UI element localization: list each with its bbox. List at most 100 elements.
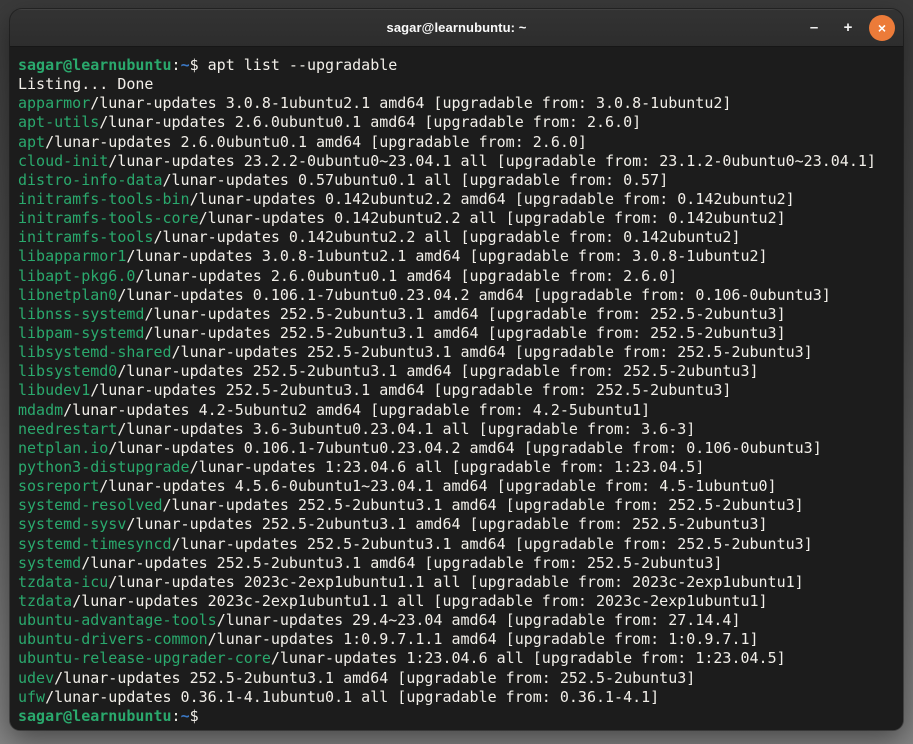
package-name: apparmor (18, 94, 90, 112)
prompt-path: ~ (181, 56, 190, 74)
package-name: needrestart (18, 420, 117, 438)
window-title: sagar@learnubuntu: ~ (386, 20, 526, 35)
package-name: ubuntu-drivers-common (18, 630, 208, 648)
package-name: libnetplan0 (18, 286, 117, 304)
package-details: /lunar-updates 252.5-2ubuntu3.1 amd64 [u… (54, 669, 695, 687)
package-line: libsystemd0/lunar-updates 252.5-2ubuntu3… (18, 362, 895, 381)
package-details: /lunar-updates 1:23.04.6 all [upgradable… (271, 649, 786, 667)
package-details: /lunar-updates 252.5-2ubuntu3.1 amd64 [u… (126, 515, 767, 533)
package-line: apt-utils/lunar-updates 2.6.0ubuntu0.1 a… (18, 113, 895, 132)
prompt-path: ~ (181, 707, 190, 725)
package-details: /lunar-updates 3.6-3ubuntu0.23.04.1 all … (117, 420, 695, 438)
package-line: python3-distupgrade/lunar-updates 1:23.0… (18, 458, 895, 477)
package-line: ubuntu-drivers-common/lunar-updates 1:0.… (18, 630, 895, 649)
package-line: ufw/lunar-updates 0.36.1-4.1ubuntu0.1 al… (18, 688, 895, 707)
package-name: cloud-init (18, 152, 108, 170)
package-name: udev (18, 669, 54, 687)
prompt-user-host: sagar@learnubuntu (18, 707, 172, 725)
package-details: /lunar-updates 0.57ubuntu0.1 all [upgrad… (163, 171, 669, 189)
terminal-line: Listing... Done (18, 75, 895, 94)
package-line: initramfs-tools-bin/lunar-updates 0.142u… (18, 190, 895, 209)
package-name: apt (18, 133, 45, 151)
command-text: apt list --upgradable (199, 56, 398, 74)
package-line: sosreport/lunar-updates 4.5.6-0ubuntu1~2… (18, 477, 895, 496)
prompt-user-host: sagar@learnubuntu (18, 56, 172, 74)
package-line: cloud-init/lunar-updates 23.2.2-0ubuntu0… (18, 152, 895, 171)
package-name: python3-distupgrade (18, 458, 190, 476)
package-line: libapparmor1/lunar-updates 3.0.8-1ubuntu… (18, 247, 895, 266)
minimize-button[interactable]: – (801, 15, 827, 41)
package-details: /lunar-updates 0.36.1-4.1ubuntu0.1 all [… (45, 688, 659, 706)
package-line: tzdata-icu/lunar-updates 2023c-2exp1ubun… (18, 573, 895, 592)
prompt-separator: : (172, 707, 181, 725)
package-name: distro-info-data (18, 171, 163, 189)
package-line: initramfs-tools-core/lunar-updates 0.142… (18, 209, 895, 228)
package-name: libpam-systemd (18, 324, 144, 342)
package-name: ubuntu-release-upgrader-core (18, 649, 271, 667)
package-details: /lunar-updates 252.5-2ubuntu3.1 amd64 [u… (172, 535, 813, 553)
terminal-window: sagar@learnubuntu: ~ – + × sagar@learnub… (10, 9, 903, 730)
package-name: apt-utils (18, 113, 99, 131)
titlebar[interactable]: sagar@learnubuntu: ~ – + × (10, 9, 903, 47)
package-details: /lunar-updates 3.0.8-1ubuntu2.1 amd64 [u… (90, 94, 731, 112)
prompt-separator: : (172, 56, 181, 74)
package-line: systemd-timesyncd/lunar-updates 252.5-2u… (18, 535, 895, 554)
package-details: /lunar-updates 0.106.1-7ubuntu0.23.04.2 … (108, 439, 821, 457)
package-name: libudev1 (18, 381, 90, 399)
package-line: libnss-systemd/lunar-updates 252.5-2ubun… (18, 305, 895, 324)
package-line: mdadm/lunar-updates 4.2-5ubuntu2 amd64 [… (18, 401, 895, 420)
package-name: ufw (18, 688, 45, 706)
package-details: /lunar-updates 3.0.8-1ubuntu2.1 amd64 [u… (126, 247, 767, 265)
package-details: /lunar-updates 0.142ubuntu2.2 amd64 [upg… (190, 190, 795, 208)
package-name: netplan.io (18, 439, 108, 457)
maximize-button[interactable]: + (835, 15, 861, 41)
package-details: /lunar-updates 1:0.9.7.1.1 amd64 [upgrad… (208, 630, 759, 648)
terminal-screen[interactable]: sagar@learnubuntu:~$ apt list --upgradab… (10, 47, 903, 730)
package-name: systemd-sysv (18, 515, 126, 533)
package-details: /lunar-updates 23.2.2-0ubuntu0~23.04.1 a… (108, 152, 876, 170)
package-details: /lunar-updates 252.5-2ubuntu3.1 amd64 [u… (144, 324, 785, 342)
package-details: /lunar-updates 2.6.0ubuntu0.1 amd64 [upg… (135, 267, 677, 285)
package-line: systemd/lunar-updates 252.5-2ubuntu3.1 a… (18, 554, 895, 573)
package-name: libsystemd0 (18, 362, 117, 380)
package-line: initramfs-tools/lunar-updates 0.142ubunt… (18, 228, 895, 247)
package-name: initramfs-tools-bin (18, 190, 190, 208)
package-line: libudev1/lunar-updates 252.5-2ubuntu3.1 … (18, 381, 895, 400)
package-line: apt/lunar-updates 2.6.0ubuntu0.1 amd64 [… (18, 133, 895, 152)
package-line: systemd-sysv/lunar-updates 252.5-2ubuntu… (18, 515, 895, 534)
package-details: /lunar-updates 2023c-2exp1ubuntu1.1 all … (108, 573, 803, 591)
package-line: systemd-resolved/lunar-updates 252.5-2ub… (18, 496, 895, 515)
window-controls: – + × (801, 9, 895, 46)
package-details: /lunar-updates 252.5-2ubuntu3.1 amd64 [u… (163, 496, 804, 514)
package-details: /lunar-updates 0.142ubuntu2.2 all [upgra… (153, 228, 740, 246)
package-name: sosreport (18, 477, 99, 495)
terminal-line: sagar@learnubuntu:~$ (18, 707, 895, 726)
package-line: ubuntu-release-upgrader-core/lunar-updat… (18, 649, 895, 668)
package-details: /lunar-updates 252.5-2ubuntu3.1 amd64 [u… (90, 381, 731, 399)
package-line: libsystemd-shared/lunar-updates 252.5-2u… (18, 343, 895, 362)
package-line: ubuntu-advantage-tools/lunar-updates 29.… (18, 611, 895, 630)
package-details: /lunar-updates 0.106.1-7ubuntu0.23.04.2 … (117, 286, 830, 304)
package-details: /lunar-updates 252.5-2ubuntu3.1 amd64 [u… (172, 343, 813, 361)
package-details: /lunar-updates 4.5.6-0ubuntu1~23.04.1 am… (99, 477, 776, 495)
listing-status: Listing... Done (18, 75, 153, 93)
package-details: /lunar-updates 0.142ubuntu2.2 all [upgra… (199, 209, 786, 227)
prompt-symbol: $ (190, 707, 199, 725)
package-line: netplan.io/lunar-updates 0.106.1-7ubuntu… (18, 439, 895, 458)
package-line: libnetplan0/lunar-updates 0.106.1-7ubunt… (18, 286, 895, 305)
package-name: libapt-pkg6.0 (18, 267, 135, 285)
package-name: libapparmor1 (18, 247, 126, 265)
package-name: initramfs-tools (18, 228, 153, 246)
prompt-symbol: $ (190, 56, 199, 74)
package-name: ubuntu-advantage-tools (18, 611, 217, 629)
package-line: libapt-pkg6.0/lunar-updates 2.6.0ubuntu0… (18, 267, 895, 286)
package-line: tzdata/lunar-updates 2023c-2exp1ubuntu1.… (18, 592, 895, 611)
package-name: systemd-resolved (18, 496, 163, 514)
package-name: tzdata (18, 592, 72, 610)
package-line: distro-info-data/lunar-updates 0.57ubunt… (18, 171, 895, 190)
package-name: systemd-timesyncd (18, 535, 172, 553)
package-details: /lunar-updates 1:23.04.6 all [upgradable… (190, 458, 705, 476)
close-button[interactable]: × (869, 15, 895, 41)
package-name: libnss-systemd (18, 305, 144, 323)
package-details: /lunar-updates 2.6.0ubuntu0.1 amd64 [upg… (99, 113, 641, 131)
